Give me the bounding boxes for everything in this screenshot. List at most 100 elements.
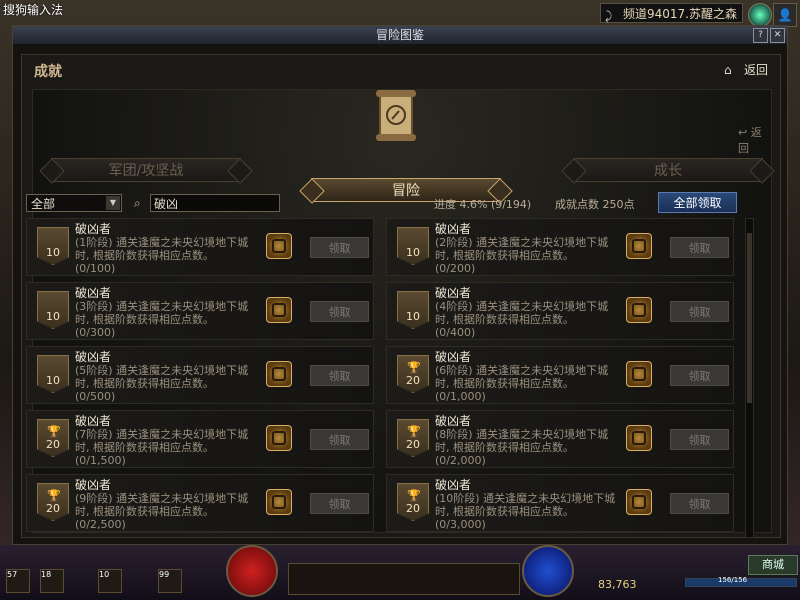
scrollbar-thumb[interactable] — [747, 233, 752, 403]
reward-icon[interactable] — [626, 233, 652, 259]
user-icon[interactable]: 👤 — [773, 3, 797, 27]
achievement-progress: (0/1,500) — [75, 454, 126, 467]
achievement-name: 破凶者 — [75, 222, 112, 236]
achievement-text: 破凶者 (8阶段) 通关逢魔之未央幻境地下城时, 根据阶数获得相应点数。 (0/2,… — [435, 414, 620, 468]
achievement-progress: (0/400) — [435, 326, 476, 339]
quickslot-item[interactable]: 99 — [158, 569, 182, 593]
achievement-progress: (0/1,000) — [435, 390, 486, 403]
reward-icon[interactable] — [626, 297, 652, 323]
claim-button[interactable]: 领取 — [310, 237, 369, 258]
close-icon[interactable]: ✕ — [770, 28, 785, 43]
window-title: 冒险图鉴 — [375, 28, 424, 42]
trophy-icon: 🏆 — [407, 361, 421, 374]
claim-button[interactable]: 领取 — [310, 301, 369, 322]
channel-label: 频道94017.苏醒之森 — [623, 7, 737, 21]
reward-icon[interactable] — [626, 489, 652, 515]
quickslot-item[interactable]: 57 — [6, 569, 30, 593]
achievement-card: 🏆 20 破凶者 (7阶段) 通关逢魔之未央幻境地下城时, 根据阶数获得相应点数。 (0… — [26, 410, 374, 468]
achievement-card: 10 破凶者 (3阶段) 通关逢魔之未央幻境地下城时, 根据阶数获得相应点数。 (0/… — [26, 282, 374, 340]
achievement-medal: 🏆 20 — [37, 419, 69, 457]
achievement-name: 破凶者 — [75, 286, 112, 300]
achievement-text: 破凶者 (4阶段) 通关逢魔之未央幻境地下城时, 根据阶数获得相应点数。 (0/40… — [435, 287, 620, 340]
inner-back-button[interactable]: ↩ 返回 — [738, 124, 771, 156]
reward-icon[interactable] — [266, 233, 292, 259]
achievement-list: 10 破凶者 (1阶段) 通关逢魔之未央幻境地下城时, 根据阶数获得相应点数。 (0/… — [26, 218, 746, 540]
scroll-emblem-icon — [376, 90, 416, 141]
tab-growth[interactable]: 成长 — [573, 158, 763, 182]
quickslot-item[interactable]: 10 — [98, 569, 122, 593]
medal-points: 20 — [46, 438, 60, 451]
search-input[interactable] — [150, 194, 280, 212]
claim-button[interactable]: 领取 — [670, 301, 729, 322]
achievement-desc: (3阶段) 通关逢魔之未央幻境地下城时, 根据阶数获得相应点数。 — [75, 300, 249, 326]
home-icon[interactable]: ⌂ — [724, 63, 732, 77]
mp-orb — [522, 545, 574, 597]
shop-button[interactable]: 商城 — [748, 555, 798, 575]
achievement-name: 破凶者 — [75, 478, 112, 492]
achievement-card: 10 破凶者 (1阶段) 通关逢魔之未央幻境地下城时, 根据阶数获得相应点数。 (0/… — [26, 218, 374, 276]
tab-adventure-label: 冒险 — [392, 183, 420, 199]
achievement-progress: (0/2,000) — [435, 454, 486, 467]
reward-icon[interactable] — [266, 425, 292, 451]
achievement-text: 破凶者 (2阶段) 通关逢魔之未央幻境地下城时, 根据阶数获得相应点数。 (0/20… — [435, 222, 620, 276]
achievement-text: 破凶者 (3阶段) 通关逢魔之未央幻境地下城时, 根据阶数获得相应点数。 (0/30… — [75, 286, 260, 340]
claim-button[interactable]: 领取 — [670, 493, 729, 514]
trophy-icon: 🏆 — [407, 425, 421, 438]
claim-button[interactable]: 领取 — [670, 237, 729, 258]
achievement-progress: (0/300) — [75, 326, 116, 339]
return-icon: ↩ — [738, 126, 748, 139]
claim-all-button[interactable]: 全部领取 — [658, 192, 737, 213]
achievement-progress: (0/2,500) — [75, 518, 126, 531]
achievement-desc: (5阶段) 通关逢魔之未央幻境地下城时, 根据阶数获得相应点数。 — [75, 364, 249, 390]
achievement-name: 破凶者 — [435, 222, 472, 236]
achievement-name: 破凶者 — [75, 414, 112, 428]
medal-points: 20 — [46, 502, 60, 515]
achievement-name: 破凶者 — [75, 350, 112, 364]
bottom-hud: 57 18 10 99 — [0, 545, 800, 600]
achievement-progress: (0/500) — [75, 390, 116, 403]
achievement-points: 成就点数 250点 — [555, 198, 635, 211]
claim-button[interactable]: 领取 — [310, 365, 369, 386]
list-scrollbar[interactable] — [745, 218, 754, 538]
achievement-text: 破凶者 (10阶段) 通关逢魔之未央幻境地下城时, 根据阶数获得相应点数。 (0/3… — [435, 479, 620, 532]
category-select[interactable]: 全部 ▼ — [26, 194, 122, 212]
ime-indicator: 搜狗输入法 — [3, 3, 64, 17]
back-button[interactable]: 返回 — [744, 61, 768, 78]
claim-button[interactable]: 领取 — [310, 429, 369, 450]
channel-display[interactable]: ⤸ 频道94017.苏醒之森 — [600, 3, 743, 23]
achievement-card: 10 破凶者 (5阶段) 通关逢魔之未央幻境地下城时, 根据阶数获得相应点数。 (0/… — [26, 346, 374, 404]
achievement-desc: (9阶段) 通关逢魔之未央幻境地下城时, 根据阶数获得相应点数。 — [75, 492, 249, 518]
achievement-card: 🏆 20 破凶者 (10阶段) 通关逢魔之未央幻境地下城时, 根据阶数获得相应点数。(… — [386, 474, 734, 532]
progress-text: 进度 4.6% (9/194) — [434, 198, 532, 211]
reward-icon[interactable] — [266, 361, 292, 387]
medal-points: 10 — [46, 246, 60, 259]
achievement-medal: 🏆 20 — [397, 419, 429, 457]
achievement-medal: 10 — [37, 291, 69, 329]
achievement-desc: (6阶段) 通关逢魔之未央幻境地下城时, 根据阶数获得相应点数。 — [435, 364, 609, 390]
globe-icon[interactable] — [748, 3, 772, 27]
reward-icon[interactable] — [626, 361, 652, 387]
achievement-medal: 🏆 20 — [37, 483, 69, 521]
reward-icon[interactable] — [266, 489, 292, 515]
channel-icon: ⤸ — [605, 9, 613, 23]
hp-orb — [226, 545, 278, 597]
quickslot-count: 10 — [99, 570, 110, 579]
achievement-name: 破凶者 — [435, 414, 472, 428]
reward-icon[interactable] — [266, 297, 292, 323]
claim-button[interactable]: 领取 — [670, 365, 729, 386]
trophy-icon: 🏆 — [47, 425, 61, 438]
panel-title: 成就 — [34, 64, 62, 80]
quickslot-count: 99 — [159, 570, 170, 579]
reward-icon[interactable] — [626, 425, 652, 451]
claim-button[interactable]: 领取 — [670, 429, 729, 450]
skill-bar[interactable] — [288, 563, 520, 595]
exp-text: 156/156 — [718, 576, 748, 584]
achievement-desc: (8阶段) 通关逢魔之未央幻境地下城时, 根据阶数获得相应点数。 — [435, 428, 609, 454]
achievement-text: 破凶者 (5阶段) 通关逢魔之未央幻境地下城时, 根据阶数获得相应点数。 (0/50… — [75, 350, 260, 404]
quickslot-item[interactable]: 18 — [40, 569, 64, 593]
achievement-progress: (0/100) — [75, 262, 116, 275]
achievement-medal: 10 — [37, 227, 69, 265]
tab-legion-raid[interactable]: 军团/攻坚战 — [51, 158, 241, 182]
claim-button[interactable]: 领取 — [310, 493, 369, 514]
help-icon[interactable]: ? — [753, 28, 768, 43]
